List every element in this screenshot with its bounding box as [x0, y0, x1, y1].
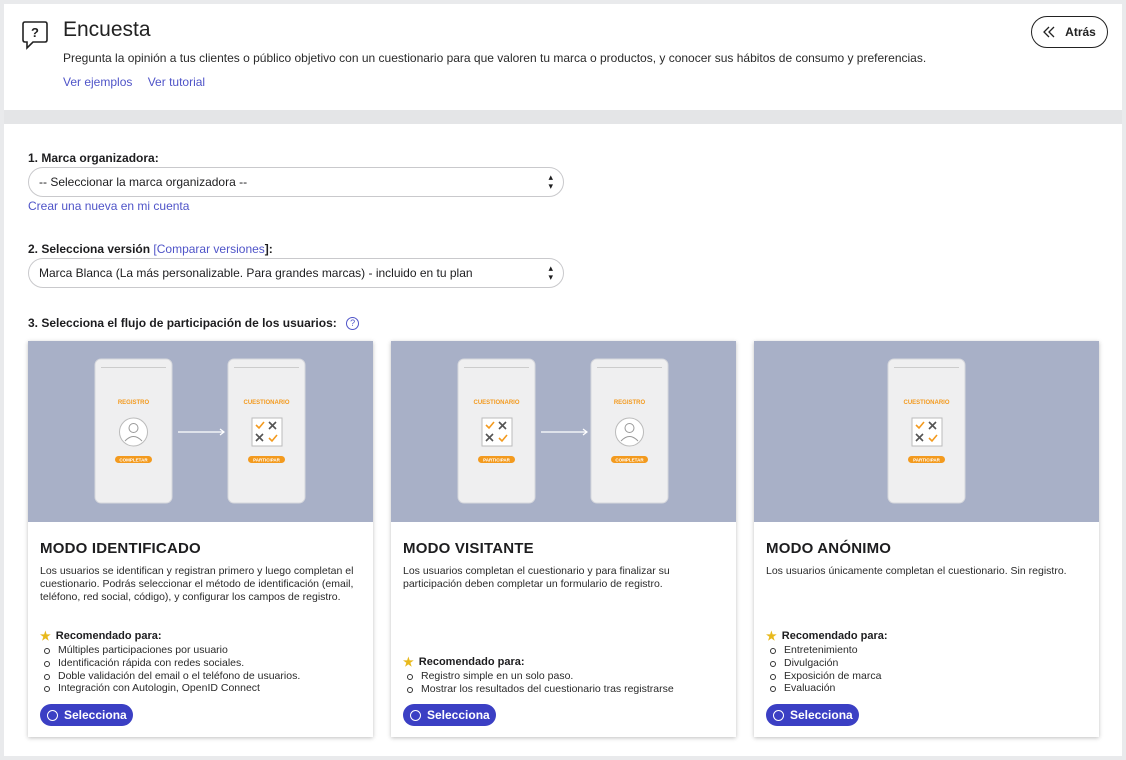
card-anonymous-mode: CUESTIONARIO PARTICIPAR MODO ANÓNIMO Los…: [754, 341, 1099, 737]
list-item: Mostrar los resultados del cuestionario …: [403, 683, 733, 696]
select-button-label: Selecciona: [64, 708, 127, 722]
page-title: Encuesta: [63, 18, 151, 41]
back-button-label: Atrás: [1065, 25, 1096, 39]
card-description: Los usuarios únicamente completan el cue…: [766, 565, 1067, 577]
card-description: Los usuarios completan el cuestionario y…: [403, 565, 670, 590]
double-chevron-left-icon: [1043, 26, 1055, 38]
organizer-brand-select[interactable]: -- Seleccionar la marca organizadora -- …: [28, 167, 564, 197]
step1-label: 1. Marca organizadora:: [28, 151, 159, 165]
recommended-section: ★ Recomendado para: Entretenimiento Divul…: [766, 629, 1096, 695]
recommended-section: ★ Recomendado para: Múltiples participaci…: [40, 629, 370, 695]
step2-label-text: 2. Selecciona versión: [28, 242, 151, 256]
version-select[interactable]: Marca Blanca (La más personalizable. Par…: [28, 258, 564, 288]
page-header: ? Encuesta Pregunta la opinión a tus cli…: [4, 4, 1122, 110]
help-icon[interactable]: ?: [346, 317, 360, 331]
phone-screen-label: CUESTIONARIO: [243, 400, 289, 406]
step2-label: 2. Selecciona versión [Comparar versione…: [28, 242, 273, 256]
phone-button-label: PARTICIPAR: [913, 458, 941, 463]
list-item: Registro simple en un solo paso.: [403, 670, 733, 683]
phone-screen-label: CUESTIONARIO: [903, 400, 949, 406]
star-icon: ★: [403, 655, 414, 669]
list-item: Doble validación del email o el teléfono…: [40, 670, 370, 683]
illustration-identified: REGISTRO COMPLETAR CUESTIONARIO PARTICIP…: [28, 341, 373, 522]
step3-label: 3. Selecciona el flujo de participación …: [28, 316, 360, 331]
select-visitor-button[interactable]: Selecciona: [403, 704, 496, 726]
phone-screen-label: REGISTRO: [118, 400, 150, 406]
select-button-label: Selecciona: [790, 708, 853, 722]
create-brand-link[interactable]: Crear una nueva en mi cuenta: [28, 199, 189, 213]
list-item: Múltiples participaciones por usuario: [40, 644, 370, 657]
anonymous-flow-illustration: CUESTIONARIO PARTICIPAR: [887, 358, 966, 504]
back-button[interactable]: Atrás: [1031, 16, 1108, 48]
star-icon: ★: [40, 629, 51, 643]
recommended-title: Recomendado para:: [55, 630, 162, 642]
bracket-close: ]:: [264, 242, 273, 256]
list-item: Evaluación: [766, 682, 1096, 695]
organizer-brand-select-value: -- Seleccionar la marca organizadora --: [39, 175, 248, 189]
card-identified-mode: REGISTRO COMPLETAR CUESTIONARIO PARTICIP…: [28, 341, 373, 737]
list-item: Entretenimiento: [766, 644, 1096, 657]
phone-button-label: COMPLETAR: [615, 458, 644, 463]
arrow-icon: [178, 428, 225, 436]
card-title: MODO IDENTIFICADO: [40, 540, 201, 557]
identified-flow-illustration: REGISTRO COMPLETAR CUESTIONARIO PARTICIP…: [94, 358, 306, 504]
radio-icon: [47, 709, 58, 721]
recommended-title: Recomendado para:: [418, 656, 525, 668]
phone-cuestionario: CUESTIONARIO PARTICIPAR: [227, 358, 306, 504]
card-visitor-mode: CUESTIONARIO PARTICIPAR REGISTRO COMPLET…: [391, 341, 736, 737]
star-icon: ★: [766, 629, 777, 643]
page: ? Encuesta Pregunta la opinión a tus cli…: [4, 4, 1122, 756]
phone-registro: REGISTRO COMPLETAR: [590, 358, 669, 504]
phone-cuestionario: CUESTIONARIO PARTICIPAR: [887, 358, 966, 504]
step3-label-text: 3. Selecciona el flujo de participación …: [28, 316, 337, 330]
select-arrows-icon: ▴ ▾: [548, 263, 553, 282]
recommended-section: ★ Recomendado para: Registro simple en un…: [403, 655, 733, 696]
card-description: Los usuarios se identifican y registran …: [40, 565, 354, 603]
version-select-value: Marca Blanca (La más personalizable. Par…: [39, 266, 473, 280]
phone-registro: REGISTRO COMPLETAR: [94, 358, 173, 504]
question-bubble-icon: ?: [22, 21, 48, 50]
examples-link[interactable]: Ver ejemplos: [63, 75, 132, 89]
radio-icon: [773, 709, 784, 721]
card-title: MODO VISITANTE: [403, 540, 534, 557]
phone-screen-label: CUESTIONARIO: [473, 400, 519, 406]
phone-button-label: PARTICIPAR: [483, 458, 511, 463]
phone-button-label: PARTICIPAR: [253, 458, 281, 463]
card-title: MODO ANÓNIMO: [766, 540, 892, 557]
select-anonymous-button[interactable]: Selecciona: [766, 704, 859, 726]
visitor-flow-illustration: CUESTIONARIO PARTICIPAR REGISTRO COMPLET…: [457, 358, 669, 504]
recommended-title: Recomendado para:: [781, 630, 888, 642]
illustration-visitor: CUESTIONARIO PARTICIPAR REGISTRO COMPLET…: [391, 341, 736, 522]
list-item: Exposición de marca: [766, 670, 1096, 683]
radio-icon: [410, 709, 421, 721]
select-identified-button[interactable]: Selecciona: [40, 704, 133, 726]
list-item: Divulgación: [766, 657, 1096, 670]
arrow-icon: [541, 428, 588, 436]
select-arrows-icon: ▴ ▾: [548, 172, 553, 191]
illustration-anonymous: CUESTIONARIO PARTICIPAR: [754, 341, 1099, 522]
compare-versions-link[interactable]: Comparar versiones: [157, 242, 265, 256]
tutorial-link[interactable]: Ver tutorial: [148, 75, 205, 89]
list-item: Identificación rápida con redes sociales…: [40, 657, 370, 670]
phone-screen-label: REGISTRO: [614, 400, 646, 406]
svg-text:?: ?: [31, 25, 39, 40]
list-item: Integración con Autologin, OpenID Connec…: [40, 682, 370, 695]
phone-cuestionario: CUESTIONARIO PARTICIPAR: [457, 358, 536, 504]
section-divider: [4, 110, 1122, 124]
page-description: Pregunta la opinión a tus clientes o púb…: [63, 51, 927, 65]
select-button-label: Selecciona: [427, 708, 490, 722]
phone-button-label: COMPLETAR: [119, 458, 148, 463]
